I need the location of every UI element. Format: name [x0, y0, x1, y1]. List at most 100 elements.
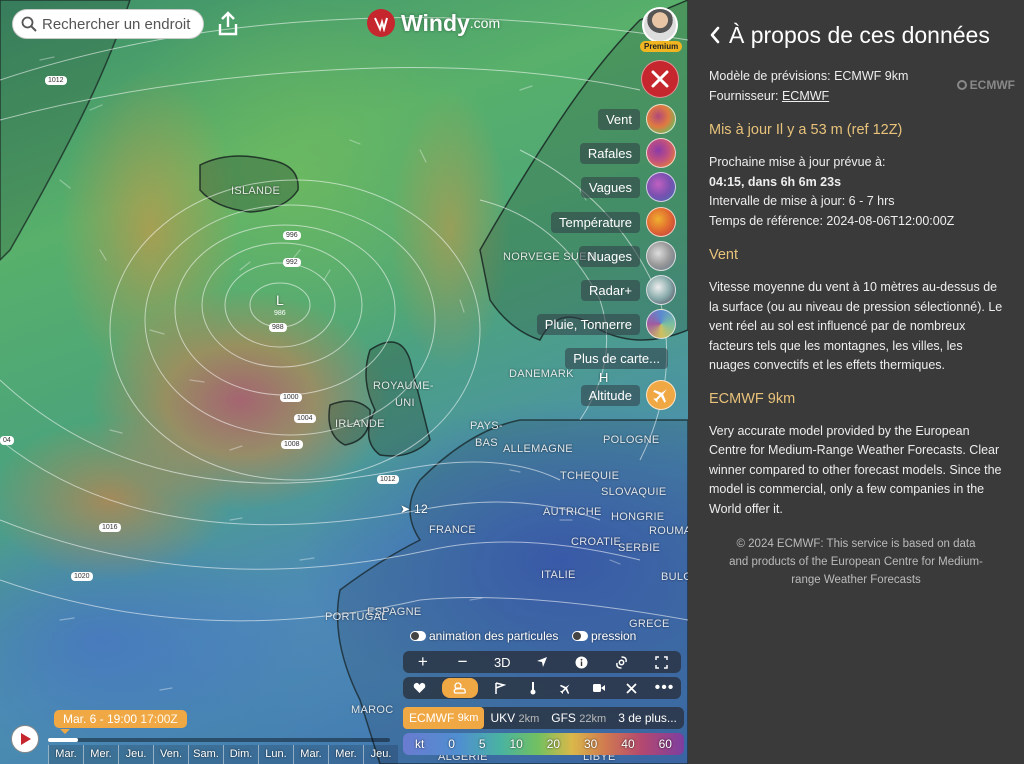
timeline-day[interactable]: Lun. [258, 745, 293, 764]
timeline-day[interactable]: Mar. [48, 745, 83, 764]
3d-button[interactable]: 3D [491, 651, 513, 673]
layer-gusts[interactable]: Rafales [579, 138, 676, 168]
flag-icon[interactable] [489, 677, 511, 699]
scale-unit[interactable]: kt [415, 737, 424, 751]
model-description: Very accurate model provided by the Euro… [709, 423, 1002, 516]
locate-icon[interactable] [531, 651, 553, 673]
info-icon[interactable] [571, 651, 593, 673]
model-heading: ECMWF 9km [709, 390, 796, 407]
low-pressure-marker: L [276, 292, 285, 308]
model-ecmwf[interactable]: ECMWF 9km [403, 707, 485, 729]
play-button[interactable] [11, 725, 39, 753]
timeline-day[interactable]: Jeu. [363, 745, 398, 764]
layer-label: Rafales [579, 142, 640, 164]
layer-wind[interactable]: Vent [597, 104, 676, 134]
isobar-label: 992 [283, 258, 301, 267]
close-button[interactable] [641, 60, 679, 98]
layer-temperature[interactable]: Température [551, 207, 676, 237]
layer-rain-thunder[interactable]: Pluie, Tonnerre [536, 309, 676, 339]
more-icon[interactable]: ••• [654, 677, 676, 699]
waves-icon [646, 172, 676, 202]
particles-toggle[interactable]: animation des particules [410, 629, 558, 643]
pressure-toggle[interactable]: pression [572, 629, 636, 643]
isobar-label: 1000 [280, 393, 302, 402]
timeline-day[interactable]: Mar. [293, 745, 328, 764]
toggle-switch[interactable] [572, 631, 588, 641]
avatar[interactable] [642, 7, 678, 43]
windy-logo[interactable]: Windy .com [367, 9, 500, 37]
search-input[interactable] [42, 15, 202, 33]
map-label-serbie: SERBIE [618, 542, 661, 554]
pressure-label: pression [591, 629, 637, 643]
map-label-bulgarie: BULG [661, 571, 688, 583]
current-time-bubble[interactable]: Mar. 6 - 19:00 17:00Z [54, 710, 187, 734]
map-label-maroc: MAROC [351, 704, 394, 716]
search-box[interactable] [12, 9, 204, 39]
copyright-footer: © 2024 ECMWF: This service is based on d… [729, 538, 983, 586]
panel-header[interactable]: À propos de ces données [709, 20, 1003, 50]
timeline-day[interactable]: Dim. [223, 745, 258, 764]
back-chevron-icon[interactable] [709, 26, 721, 44]
model-resolution: 2km [518, 713, 540, 725]
layer-more-maps[interactable]: Plus de carte... [565, 343, 668, 373]
layer-radar[interactable]: Radar+ [581, 275, 676, 305]
scale-value: 0 [448, 737, 455, 751]
wind-color-scale[interactable]: kt 0 5 10 20 30 40 60 [403, 733, 684, 755]
rain-icon [646, 309, 676, 339]
timeline-day[interactable]: Mer. [83, 745, 118, 764]
wind-speed-value: 12 [414, 502, 428, 516]
timeline-day[interactable]: Jeu. [118, 745, 153, 764]
layer-label: Pluie, Tonnerre [536, 313, 640, 335]
layer-waves[interactable]: Vagues [580, 172, 676, 202]
map-label-islande: ISLANDE [231, 185, 281, 197]
map-label-croatie: CROATIE [571, 536, 622, 548]
layer-clouds[interactable]: Nuages [579, 241, 676, 271]
map-label-portugal: PORTUGAL [325, 611, 388, 623]
airport-icon[interactable] [555, 677, 577, 699]
model-gfs[interactable]: GFS 22km [545, 711, 612, 725]
zoom-out-button[interactable]: − [452, 651, 474, 673]
layer-label: Vagues [580, 176, 640, 198]
isobar-label: 1020 [71, 572, 93, 581]
thermometer-icon[interactable] [522, 677, 544, 699]
reference-time: Temps de référence: 2024-08-06T12:00:00Z [709, 213, 955, 228]
hurricane-icon[interactable] [610, 651, 632, 673]
map-label-bas: BAS [475, 437, 498, 449]
model-resolution: 9km [457, 712, 479, 724]
fullscreen-icon[interactable] [650, 651, 672, 673]
wind-speed-marker[interactable]: ➤ 12 [400, 502, 428, 516]
update-interval: Intervalle de mise à jour: 6 - 7 hrs [709, 194, 895, 208]
logo-name: Windy [401, 9, 470, 36]
more-models-button[interactable]: 3 de plus... [612, 711, 683, 725]
isobar-label: 988 [269, 323, 287, 332]
temperature-icon [646, 207, 676, 237]
gusts-icon [646, 138, 676, 168]
weather-icon[interactable] [441, 678, 478, 698]
model-ukv[interactable]: UKV 2km [484, 711, 545, 725]
weather-map[interactable]: ISLANDE NORVEGE SUED ROYAUME- UNI IRLAND… [0, 0, 688, 764]
favorite-icon[interactable] [409, 677, 431, 699]
timeline-day[interactable]: Mer. [328, 745, 363, 764]
ecmwf-logo-text: ECMWF [969, 78, 1015, 92]
updated-heading: Mis à jour Il y a 53 m (ref 12Z) [709, 122, 903, 138]
map-label-roumanie: ROUMA [649, 525, 688, 537]
search-icon [21, 16, 37, 32]
map-label-slovaquie: SLOVAQUIE [601, 486, 667, 498]
webcam-icon[interactable] [588, 677, 610, 699]
tools-icon[interactable] [621, 677, 643, 699]
map-label-tchequie: TCHEQUIE [560, 470, 620, 482]
map-label-allemagne: ALLEMAGNE [503, 443, 573, 455]
zoom-in-button[interactable]: + [412, 651, 434, 673]
timeline-day[interactable]: Sam. [188, 745, 223, 764]
provider-link[interactable]: ECMWF [782, 89, 829, 103]
layer-altitude[interactable]: Altitude [580, 380, 676, 410]
logo-tld: .com [469, 15, 501, 31]
toggle-switch[interactable] [410, 631, 426, 641]
scale-value: 20 [546, 737, 561, 751]
map-tools-bar: + − 3D [403, 651, 681, 673]
timeline-day[interactable]: Ven. [153, 745, 188, 764]
timeline-track[interactable] [48, 738, 390, 742]
windy-logo-icon [367, 9, 395, 37]
share-icon[interactable] [214, 10, 242, 38]
current-time: Mar. 6 - 19:00 [63, 712, 138, 726]
